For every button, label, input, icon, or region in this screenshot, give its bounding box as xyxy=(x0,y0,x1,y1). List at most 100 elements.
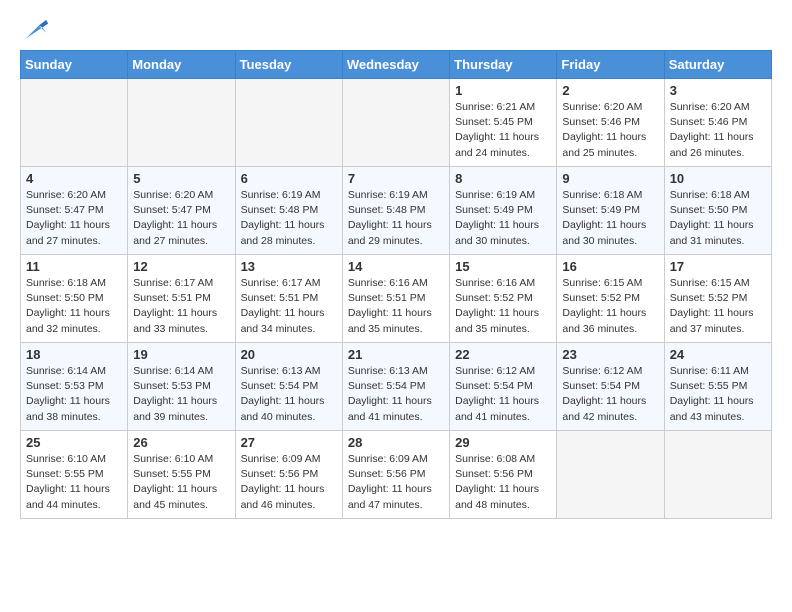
calendar-cell: 13 Sunrise: 6:17 AM Sunset: 5:51 PM Dayli… xyxy=(235,255,342,343)
logo xyxy=(20,18,50,46)
weekday-header-sunday: Sunday xyxy=(21,51,128,79)
day-info: Sunrise: 6:19 AM Sunset: 5:48 PM Dayligh… xyxy=(348,188,444,249)
calendar-week-row: 11Sunrise: 6:18 AM Sunset: 5:50 PM Dayli… xyxy=(21,255,772,343)
day-info: Sunrise: 6:20 AM Sunset: 5:46 PM Dayligh… xyxy=(562,100,658,161)
day-number: 10 xyxy=(670,171,766,186)
weekday-header-friday: Friday xyxy=(557,51,664,79)
calendar-week-row: 4Sunrise: 6:20 AM Sunset: 5:47 PM Daylig… xyxy=(21,167,772,255)
calendar-cell: 15Sunrise: 6:16 AM Sunset: 5:52 PM Dayli… xyxy=(450,255,557,343)
day-number: 27 xyxy=(241,435,337,450)
calendar-cell: 12 Sunrise: 6:17 AM Sunset: 5:51 PM Dayli… xyxy=(128,255,235,343)
day-number: 19 xyxy=(133,347,229,362)
calendar-cell: 20 Sunrise: 6:13 AM Sunset: 5:54 PM Dayli… xyxy=(235,343,342,431)
weekday-header-saturday: Saturday xyxy=(664,51,771,79)
day-info: Sunrise: 6:16 AM Sunset: 5:51 PM Dayligh… xyxy=(348,276,444,337)
day-number: 18 xyxy=(26,347,122,362)
calendar-cell: 11Sunrise: 6:18 AM Sunset: 5:50 PM Dayli… xyxy=(21,255,128,343)
calendar-cell xyxy=(128,79,235,167)
day-number: 13 xyxy=(241,259,337,274)
calendar-cell: 17 Sunrise: 6:15 AM Sunset: 5:52 PM Dayli… xyxy=(664,255,771,343)
calendar-cell: 21 Sunrise: 6:13 AM Sunset: 5:54 PM Dayli… xyxy=(342,343,449,431)
weekday-header-row: SundayMondayTuesdayWednesdayThursdayFrid… xyxy=(21,51,772,79)
calendar-cell: 6 Sunrise: 6:19 AM Sunset: 5:48 PM Daylig… xyxy=(235,167,342,255)
day-number: 6 xyxy=(241,171,337,186)
day-info: Sunrise: 6:14 AM Sunset: 5:53 PM Dayligh… xyxy=(133,364,229,425)
calendar-cell: 10Sunrise: 6:18 AM Sunset: 5:50 PM Dayli… xyxy=(664,167,771,255)
calendar-cell: 4Sunrise: 6:20 AM Sunset: 5:47 PM Daylig… xyxy=(21,167,128,255)
day-number: 14 xyxy=(348,259,444,274)
calendar-table: SundayMondayTuesdayWednesdayThursdayFrid… xyxy=(20,50,772,519)
day-number: 20 xyxy=(241,347,337,362)
calendar-week-row: 18 Sunrise: 6:14 AM Sunset: 5:53 PM Dayli… xyxy=(21,343,772,431)
calendar-cell: 22 Sunrise: 6:12 AM Sunset: 5:54 PM Dayli… xyxy=(450,343,557,431)
page-header xyxy=(10,10,782,50)
day-info: Sunrise: 6:15 AM Sunset: 5:52 PM Dayligh… xyxy=(562,276,658,337)
day-number: 8 xyxy=(455,171,551,186)
day-info: Sunrise: 6:17 AM Sunset: 5:51 PM Dayligh… xyxy=(133,276,229,337)
day-number: 22 xyxy=(455,347,551,362)
day-info: Sunrise: 6:19 AM Sunset: 5:48 PM Dayligh… xyxy=(241,188,337,249)
day-info: Sunrise: 6:16 AM Sunset: 5:52 PM Dayligh… xyxy=(455,276,551,337)
day-info: Sunrise: 6:14 AM Sunset: 5:53 PM Dayligh… xyxy=(26,364,122,425)
calendar-cell: 26 Sunrise: 6:10 AM Sunset: 5:55 PM Dayli… xyxy=(128,431,235,519)
logo-icon xyxy=(22,18,50,46)
day-info: Sunrise: 6:18 AM Sunset: 5:49 PM Dayligh… xyxy=(562,188,658,249)
day-info: Sunrise: 6:08 AM Sunset: 5:56 PM Dayligh… xyxy=(455,452,551,513)
calendar-cell: 7 Sunrise: 6:19 AM Sunset: 5:48 PM Daylig… xyxy=(342,167,449,255)
calendar-week-row: 25Sunrise: 6:10 AM Sunset: 5:55 PM Dayli… xyxy=(21,431,772,519)
day-info: Sunrise: 6:13 AM Sunset: 5:54 PM Dayligh… xyxy=(241,364,337,425)
calendar-wrapper: SundayMondayTuesdayWednesdayThursdayFrid… xyxy=(10,50,782,529)
calendar-cell: 5 Sunrise: 6:20 AM Sunset: 5:47 PM Daylig… xyxy=(128,167,235,255)
day-info: Sunrise: 6:19 AM Sunset: 5:49 PM Dayligh… xyxy=(455,188,551,249)
day-info: Sunrise: 6:21 AM Sunset: 5:45 PM Dayligh… xyxy=(455,100,551,161)
calendar-cell: 24Sunrise: 6:11 AM Sunset: 5:55 PM Dayli… xyxy=(664,343,771,431)
day-number: 29 xyxy=(455,435,551,450)
day-info: Sunrise: 6:10 AM Sunset: 5:55 PM Dayligh… xyxy=(26,452,122,513)
calendar-cell xyxy=(557,431,664,519)
day-info: Sunrise: 6:12 AM Sunset: 5:54 PM Dayligh… xyxy=(455,364,551,425)
calendar-cell: 1 Sunrise: 6:21 AM Sunset: 5:45 PM Daylig… xyxy=(450,79,557,167)
day-number: 21 xyxy=(348,347,444,362)
day-info: Sunrise: 6:20 AM Sunset: 5:47 PM Dayligh… xyxy=(133,188,229,249)
day-number: 7 xyxy=(348,171,444,186)
calendar-cell: 29 Sunrise: 6:08 AM Sunset: 5:56 PM Dayli… xyxy=(450,431,557,519)
weekday-header-monday: Monday xyxy=(128,51,235,79)
day-number: 3 xyxy=(670,83,766,98)
day-info: Sunrise: 6:13 AM Sunset: 5:54 PM Dayligh… xyxy=(348,364,444,425)
day-info: Sunrise: 6:17 AM Sunset: 5:51 PM Dayligh… xyxy=(241,276,337,337)
weekday-header-wednesday: Wednesday xyxy=(342,51,449,79)
day-number: 16 xyxy=(562,259,658,274)
calendar-cell: 28 Sunrise: 6:09 AM Sunset: 5:56 PM Dayli… xyxy=(342,431,449,519)
day-info: Sunrise: 6:20 AM Sunset: 5:47 PM Dayligh… xyxy=(26,188,122,249)
calendar-cell: 23 Sunrise: 6:12 AM Sunset: 5:54 PM Dayli… xyxy=(557,343,664,431)
calendar-cell xyxy=(664,431,771,519)
calendar-cell: 2Sunrise: 6:20 AM Sunset: 5:46 PM Daylig… xyxy=(557,79,664,167)
calendar-cell xyxy=(235,79,342,167)
day-info: Sunrise: 6:20 AM Sunset: 5:46 PM Dayligh… xyxy=(670,100,766,161)
calendar-cell: 27Sunrise: 6:09 AM Sunset: 5:56 PM Dayli… xyxy=(235,431,342,519)
calendar-cell: 9 Sunrise: 6:18 AM Sunset: 5:49 PM Daylig… xyxy=(557,167,664,255)
calendar-cell: 25Sunrise: 6:10 AM Sunset: 5:55 PM Dayli… xyxy=(21,431,128,519)
day-number: 24 xyxy=(670,347,766,362)
day-number: 28 xyxy=(348,435,444,450)
day-number: 26 xyxy=(133,435,229,450)
day-info: Sunrise: 6:15 AM Sunset: 5:52 PM Dayligh… xyxy=(670,276,766,337)
calendar-cell: 3 Sunrise: 6:20 AM Sunset: 5:46 PM Daylig… xyxy=(664,79,771,167)
day-number: 17 xyxy=(670,259,766,274)
calendar-cell xyxy=(342,79,449,167)
weekday-header-thursday: Thursday xyxy=(450,51,557,79)
day-number: 9 xyxy=(562,171,658,186)
day-number: 23 xyxy=(562,347,658,362)
calendar-cell: 18 Sunrise: 6:14 AM Sunset: 5:53 PM Dayli… xyxy=(21,343,128,431)
day-number: 11 xyxy=(26,259,122,274)
day-number: 12 xyxy=(133,259,229,274)
calendar-cell xyxy=(21,79,128,167)
day-info: Sunrise: 6:12 AM Sunset: 5:54 PM Dayligh… xyxy=(562,364,658,425)
day-info: Sunrise: 6:09 AM Sunset: 5:56 PM Dayligh… xyxy=(348,452,444,513)
day-number: 1 xyxy=(455,83,551,98)
day-info: Sunrise: 6:10 AM Sunset: 5:55 PM Dayligh… xyxy=(133,452,229,513)
day-number: 5 xyxy=(133,171,229,186)
calendar-cell: 8 Sunrise: 6:19 AM Sunset: 5:49 PM Daylig… xyxy=(450,167,557,255)
calendar-cell: 14 Sunrise: 6:16 AM Sunset: 5:51 PM Dayli… xyxy=(342,255,449,343)
calendar-cell: 19 Sunrise: 6:14 AM Sunset: 5:53 PM Dayli… xyxy=(128,343,235,431)
